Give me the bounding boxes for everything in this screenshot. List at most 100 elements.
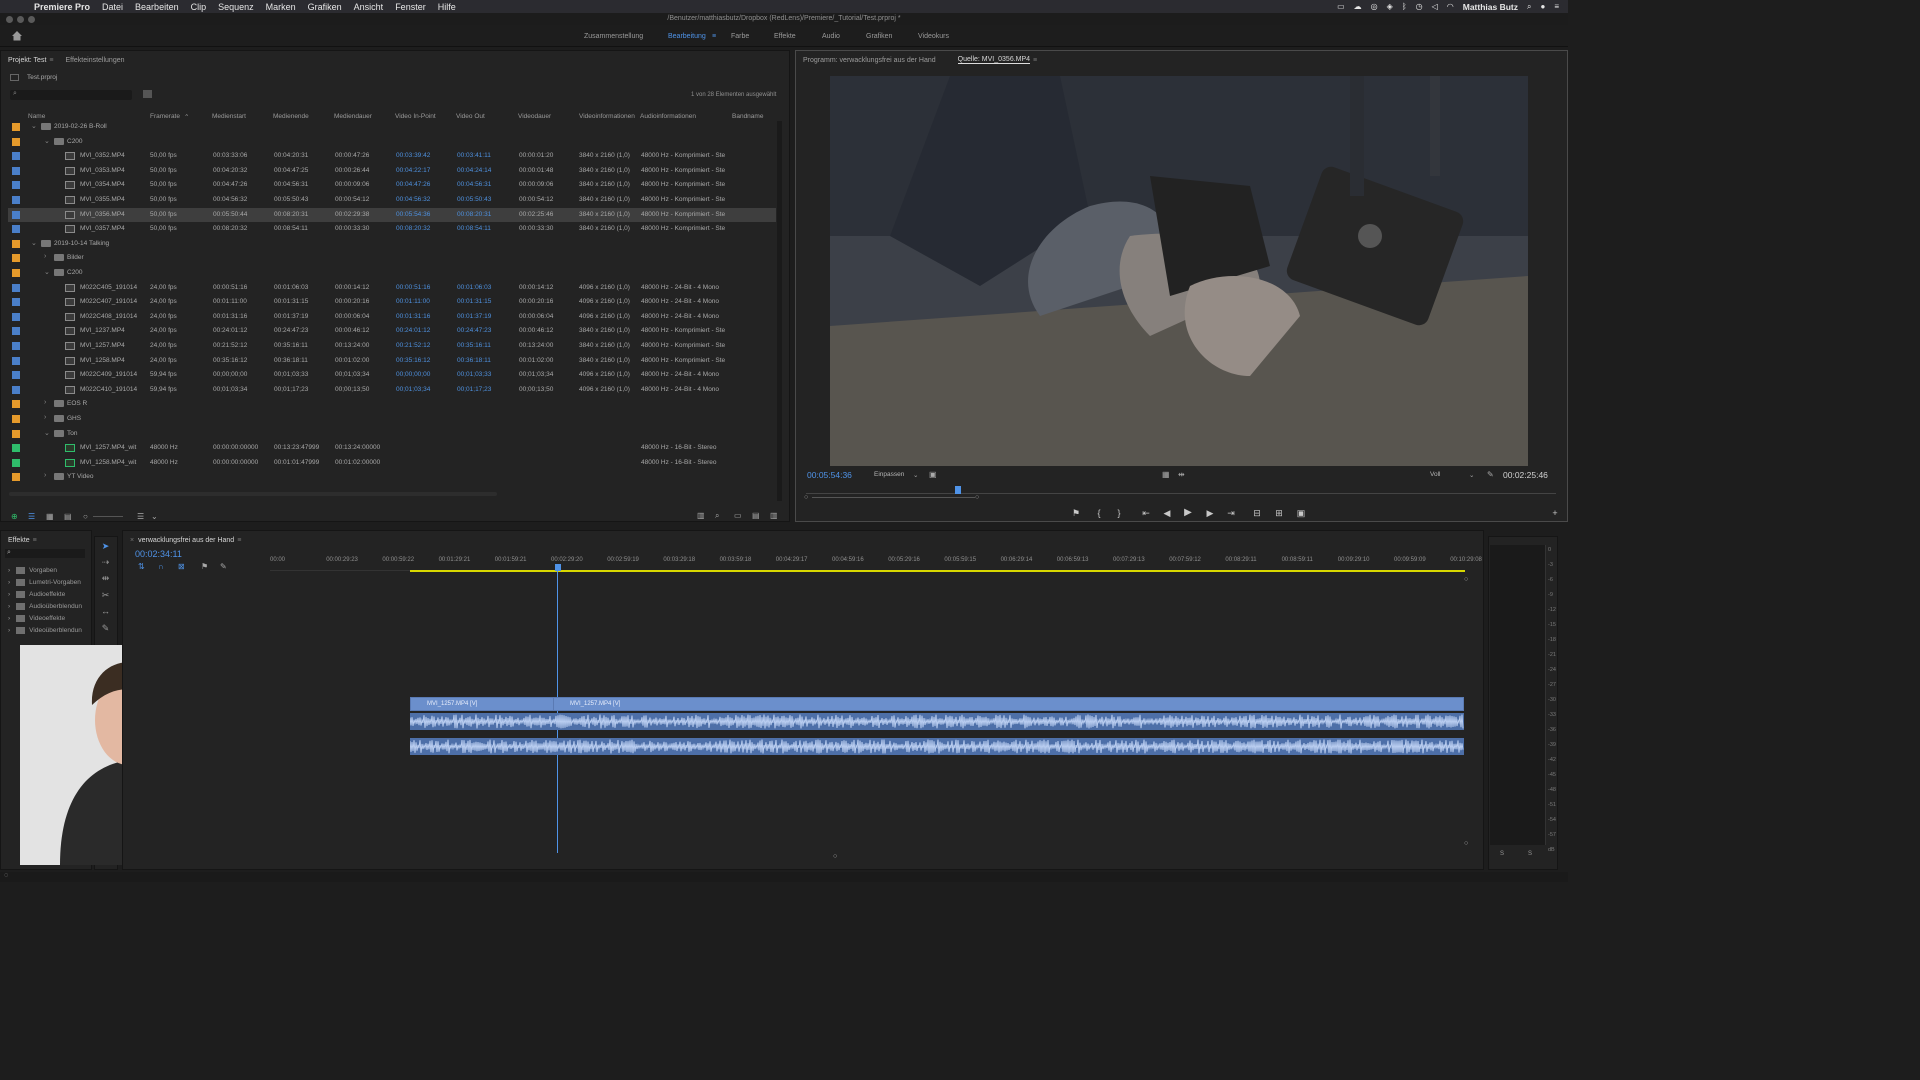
fit-dropdown[interactable]: Einpassen <box>874 471 904 478</box>
bin-row[interactable]: ⌄ Ton <box>8 427 776 441</box>
expand-chevron-icon[interactable]: › <box>8 615 10 622</box>
trash-icon[interactable]: ▥ <box>770 511 778 520</box>
label-color-swatch[interactable] <box>12 429 20 438</box>
track-select-tool-icon[interactable]: ⇢ <box>100 557 111 568</box>
timeline-playhead-handle[interactable] <box>555 564 561 571</box>
slip-tool-icon[interactable]: ↔ <box>100 606 111 617</box>
effect-folder-videoeffekte[interactable]: › Videoeffekte <box>8 612 65 624</box>
item-name[interactable]: MVI_0355.MP4 <box>80 196 125 203</box>
workspace-farbe[interactable]: Farbe <box>731 33 749 40</box>
clip-row[interactable]: M022C410_191014 59,94 fps 00;01;03;34 00;01… <box>8 383 776 397</box>
snap-icon[interactable]: ∩ <box>158 562 164 571</box>
export-frame-icon[interactable]: ▣ <box>1296 508 1306 518</box>
find-icon[interactable]: ⌕ <box>715 511 719 521</box>
expand-chevron-icon[interactable]: › <box>8 603 10 610</box>
column-bandname[interactable]: Bandname <box>732 113 763 120</box>
close-window-button[interactable] <box>6 16 13 23</box>
timeline-clip-video-2[interactable]: MVI_1257.MP4 [V] <box>553 697 1464 711</box>
zoom-slider-handle[interactable]: ○ <box>83 512 88 521</box>
clip-row[interactable]: MVI_0356.MP4 50,00 fps 00:05:50:44 00:08:20… <box>8 207 776 222</box>
cell-vi[interactable]: 00:01:11:00 <box>396 298 430 305</box>
label-color-swatch[interactable] <box>12 342 20 350</box>
collapse-chevron-icon[interactable]: ⌄ <box>31 239 37 247</box>
cell-vo[interactable]: 00:36:18:11 <box>457 357 491 364</box>
bluetooth-icon[interactable]: ᛒ <box>1402 2 1407 11</box>
fit-chevron-icon[interactable]: ⌄ <box>913 471 918 479</box>
item-name[interactable]: M022C407_191014 <box>80 298 137 305</box>
workspace-menu-icon[interactable]: ≡ <box>712 33 716 40</box>
label-color-swatch[interactable] <box>12 385 20 394</box>
go-to-out-icon[interactable]: ⇥ <box>1226 508 1236 518</box>
clip-row[interactable]: MVI_1258.MP4_wit 48000 Hz 00:00:00:00000 00… <box>8 456 776 470</box>
clip-row[interactable]: MVI_1257.MP4_wit 48000 Hz 00:00:00:00000 00… <box>8 441 776 455</box>
effect-folder-vorgaben[interactable]: › Vorgaben <box>8 564 57 576</box>
expand-chevron-icon[interactable]: › <box>8 579 10 586</box>
cloud-icon[interactable]: ☁ <box>1354 2 1362 11</box>
label-color-swatch[interactable] <box>12 298 20 307</box>
label-color-swatch[interactable] <box>12 371 20 380</box>
effect-folder-video-transitions[interactable]: › Videoüberblendun <box>8 624 82 636</box>
zoom-end-handle[interactable]: ○ <box>975 494 979 501</box>
bin-row[interactable]: › Bilder <box>8 251 776 265</box>
source-time-ruler[interactable] <box>806 485 1556 494</box>
expand-chevron-icon[interactable]: › <box>8 567 10 574</box>
expand-chevron-icon[interactable]: › <box>44 399 46 406</box>
clip-row[interactable]: M022C407_191014 24,00 fps 00:01:11:00 00:01… <box>8 295 776 309</box>
spotlight-icon[interactable]: ⌕ <box>1527 2 1531 12</box>
overwrite-icon[interactable]: ⊞ <box>1274 508 1284 518</box>
column-medienende[interactable]: Medienende <box>273 113 309 120</box>
label-color-swatch[interactable] <box>12 269 20 277</box>
freeform-view-icon[interactable]: ▤ <box>64 512 72 521</box>
label-color-swatch[interactable] <box>12 181 20 190</box>
panel-menu-icon[interactable]: ≡ <box>49 57 53 64</box>
label-color-swatch[interactable] <box>12 137 20 146</box>
item-name[interactable]: MVI_1258.MP4 <box>80 357 125 364</box>
bin-row[interactable]: › EOS R <box>8 397 776 411</box>
clip-row[interactable]: M022C405_191014 24,00 fps 00:00:51:16 00:01… <box>8 281 776 295</box>
go-to-in-icon[interactable]: ⇤ <box>1141 508 1151 518</box>
linked-selection-icon[interactable]: ⊠ <box>178 562 185 571</box>
ripple-edit-tool-icon[interactable]: ⇹ <box>100 573 111 584</box>
new-bin-from-search-icon[interactable] <box>143 90 152 98</box>
user-menu[interactable]: Matthias Butz <box>1463 2 1518 12</box>
safe-margins-icon[interactable]: ▣ <box>929 470 937 479</box>
clip-row[interactable]: MVI_0352.MP4 50,00 fps 00:03:33:06 00:04:20… <box>8 149 776 163</box>
workspace-grafiken[interactable]: Grafiken <box>866 33 892 40</box>
zoom-window-button[interactable] <box>28 16 35 23</box>
menu-hilfe[interactable]: Hilfe <box>438 2 456 12</box>
drag-audio-icon[interactable]: ⇹ <box>1178 470 1185 479</box>
solo-right-button[interactable]: S <box>1528 851 1532 857</box>
label-color-swatch[interactable] <box>12 166 20 175</box>
menu-sequenz[interactable]: Sequenz <box>218 2 254 12</box>
timeline-clip-audio-1[interactable] <box>410 713 1464 730</box>
bin-row[interactable]: › YT Video <box>8 470 776 484</box>
workspace-audio[interactable]: Audio <box>822 33 840 40</box>
cell-vi[interactable]: 00:08:20:32 <box>396 225 430 232</box>
collapse-chevron-icon[interactable]: ⌄ <box>31 122 37 130</box>
cell-vi[interactable]: 00:03:39:42 <box>396 152 430 159</box>
clip-row[interactable]: M022C408_191014 24,00 fps 00:01:31:16 00:01… <box>8 310 776 324</box>
menu-bearbeiten[interactable]: Bearbeiten <box>135 2 179 12</box>
source-video-frame[interactable] <box>830 76 1528 466</box>
new-bin-icon[interactable]: ▭ <box>734 511 742 520</box>
icon-view-icon[interactable]: ▦ <box>46 512 54 521</box>
v-scroll-handle-top[interactable]: ○ <box>1464 576 1468 583</box>
project-h-scrollbar[interactable] <box>9 492 497 496</box>
effect-folder-lumetri[interactable]: › Lumetri-Vorgaben <box>8 576 81 588</box>
column-videodauer[interactable]: Videodauer <box>518 113 551 120</box>
timeline-close-icon[interactable]: × <box>130 537 134 544</box>
label-color-swatch[interactable] <box>12 327 20 336</box>
mark-in-icon[interactable]: { <box>1094 508 1104 518</box>
cell-vi[interactable]: 00:21:52:12 <box>396 342 430 349</box>
selection-tool-icon[interactable]: ➤ <box>100 541 111 552</box>
menu-marken[interactable]: Marken <box>266 2 296 12</box>
v-scroll-handle-bottom[interactable]: ○ <box>1464 840 1468 847</box>
label-color-swatch[interactable] <box>12 225 20 234</box>
cell-vo[interactable]: 00:08:20:31 <box>457 211 491 218</box>
column-framerate[interactable]: Framerate <box>150 113 180 120</box>
cell-vi[interactable]: 00:00:51:16 <box>396 284 430 291</box>
label-color-swatch[interactable] <box>12 123 20 131</box>
source-playhead[interactable] <box>955 486 961 494</box>
item-name[interactable]: MVI_0352.MP4 <box>80 152 125 159</box>
label-color-swatch[interactable] <box>12 210 20 219</box>
